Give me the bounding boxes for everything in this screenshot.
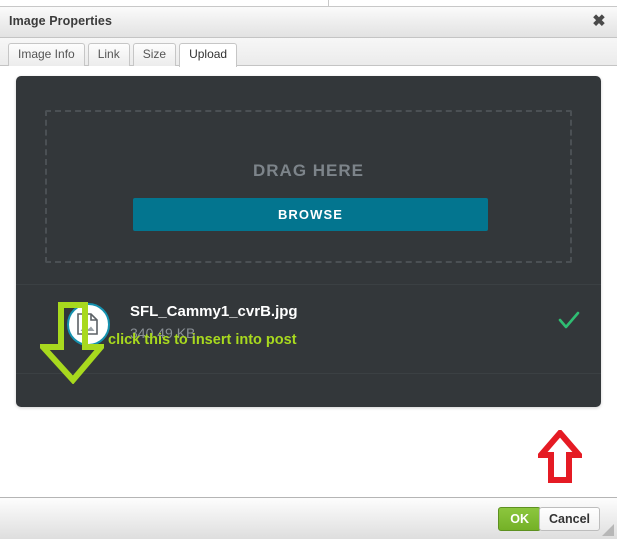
resize-grip-glyph — [602, 524, 614, 536]
ok-button[interactable]: OK — [498, 507, 541, 531]
image-properties-dialog: Image Properties ✖ Image Info Link Size Upl… — [0, 7, 617, 539]
uploader-panel: DRAG HERE BROWSE SFL_Cammy1_cvrB.jpg 340… — [16, 76, 601, 407]
dialog-tabstrip: Image Info Link Size Upload — [0, 38, 617, 67]
cancel-button[interactable]: Cancel — [539, 507, 600, 531]
tab-upload[interactable]: Upload — [179, 43, 238, 67]
check-icon[interactable] — [556, 309, 582, 333]
background-page-strip — [0, 0, 617, 7]
drag-here-label: DRAG HERE — [252, 161, 364, 180]
background-column-divider — [328, 0, 329, 7]
file-dropzone[interactable]: DRAG HERE BROWSE — [45, 110, 572, 263]
dialog-footer: OK Cancel — [0, 497, 617, 539]
tab-image-info[interactable]: Image Info — [8, 43, 85, 66]
image-file-icon — [77, 313, 98, 335]
tab-link[interactable]: Link — [87, 43, 130, 66]
file-name-label: SFL_Cammy1_cvrB.jpg — [130, 303, 298, 320]
dialog-titlebar: Image Properties ✖ — [0, 7, 617, 38]
panel-divider-bottom — [16, 373, 601, 374]
dialog-content: DRAG HERE BROWSE SFL_Cammy1_cvrB.jpg 340… — [0, 66, 617, 520]
arrow-up-icon — [534, 428, 586, 483]
file-thumbnail[interactable] — [67, 303, 110, 346]
check-mark-glyph — [558, 311, 580, 329]
resize-grip-icon[interactable] — [601, 523, 615, 537]
insert-annotation-text: click this to insert into post — [108, 332, 297, 348]
dialog-title: Image Properties — [9, 14, 113, 28]
arrow-up-glyph — [534, 428, 586, 483]
tab-size[interactable]: Size — [132, 43, 177, 66]
browse-button[interactable]: BROWSE — [133, 198, 488, 231]
close-icon[interactable]: ✖ — [589, 12, 609, 32]
uploaded-file-row: SFL_Cammy1_cvrB.jpg 340.49 KB — [16, 285, 601, 373]
